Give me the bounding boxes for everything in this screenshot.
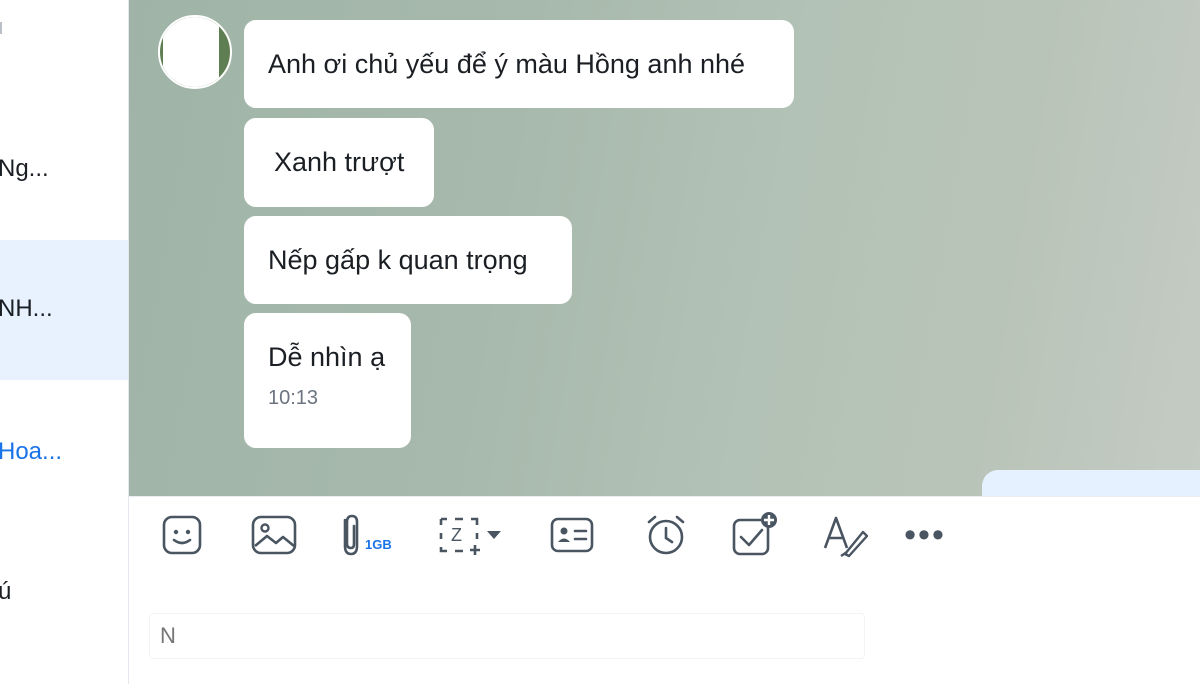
message-input[interactable] bbox=[149, 613, 865, 659]
contact-avatar[interactable] bbox=[158, 15, 232, 89]
message-bubble[interactable]: Anh ơi chủ yếu để ý màu Hồng anh nhé bbox=[244, 20, 794, 108]
chat-messages-area[interactable]: Anh ơi chủ yếu để ý màu Hồng anh nhé Xan… bbox=[129, 0, 1200, 496]
conversation-name: Ng... bbox=[0, 155, 49, 182]
conversation-sidebar: Ng... NH... Hoa... ú bbox=[0, 0, 129, 684]
contact-card-icon bbox=[550, 517, 594, 553]
message-text: Dễ nhìn ạ bbox=[268, 342, 386, 372]
todo-icon bbox=[732, 512, 777, 556]
sticker-button[interactable] bbox=[157, 511, 207, 559]
conversation-item[interactable]: Ng... bbox=[0, 100, 128, 240]
conversation-item-active[interactable]: NH... bbox=[0, 240, 128, 380]
message-composer bbox=[129, 575, 1200, 684]
create-task-button[interactable] bbox=[729, 511, 779, 559]
message-text: Anh ơi chủ yếu để ý màu Hồng anh nhé bbox=[268, 49, 746, 79]
avatar-redaction bbox=[163, 17, 219, 87]
screenshot-icon: Z bbox=[439, 517, 501, 555]
conversation-name: Hoa... bbox=[0, 438, 63, 465]
sidebar-scroll-marker bbox=[0, 22, 2, 34]
conversation-name: NH... bbox=[0, 295, 53, 322]
screenshot-button[interactable]: Z bbox=[435, 511, 505, 559]
message-text: Nếp gấp k quan trọng bbox=[268, 245, 528, 275]
contact-card-button[interactable] bbox=[547, 511, 597, 559]
conversation-name: ú bbox=[0, 578, 12, 605]
image-button[interactable] bbox=[249, 511, 299, 559]
message-bubble[interactable]: Xanh trượt bbox=[244, 118, 434, 207]
image-icon bbox=[251, 515, 297, 555]
file-quota-label: 1GB bbox=[365, 537, 392, 552]
text-format-icon bbox=[823, 516, 869, 558]
more-options-button[interactable]: ••• bbox=[895, 511, 955, 559]
reminder-button[interactable] bbox=[641, 511, 691, 559]
conversation-item[interactable]: ú bbox=[0, 520, 128, 660]
conversation-item[interactable]: Hoa... bbox=[0, 380, 128, 520]
sticker-icon bbox=[162, 515, 202, 555]
message-bubble[interactable]: Dễ nhìn ạ 10:13 bbox=[244, 313, 411, 448]
composer-toolbar: 1GB Z ••• bbox=[129, 496, 1200, 576]
alarm-icon bbox=[647, 515, 685, 555]
text-format-button[interactable] bbox=[819, 511, 869, 559]
message-text: Xanh trượt bbox=[274, 147, 405, 177]
sent-message-bubble[interactable] bbox=[982, 470, 1200, 496]
more-icon: ••• bbox=[904, 516, 946, 554]
attach-file-button[interactable]: 1GB bbox=[335, 511, 415, 559]
message-timestamp: 10:13 bbox=[268, 387, 319, 409]
attachment-icon bbox=[343, 514, 359, 556]
message-bubble[interactable]: Nếp gấp k quan trọng bbox=[244, 216, 572, 304]
svg-text:Z: Z bbox=[451, 525, 462, 545]
